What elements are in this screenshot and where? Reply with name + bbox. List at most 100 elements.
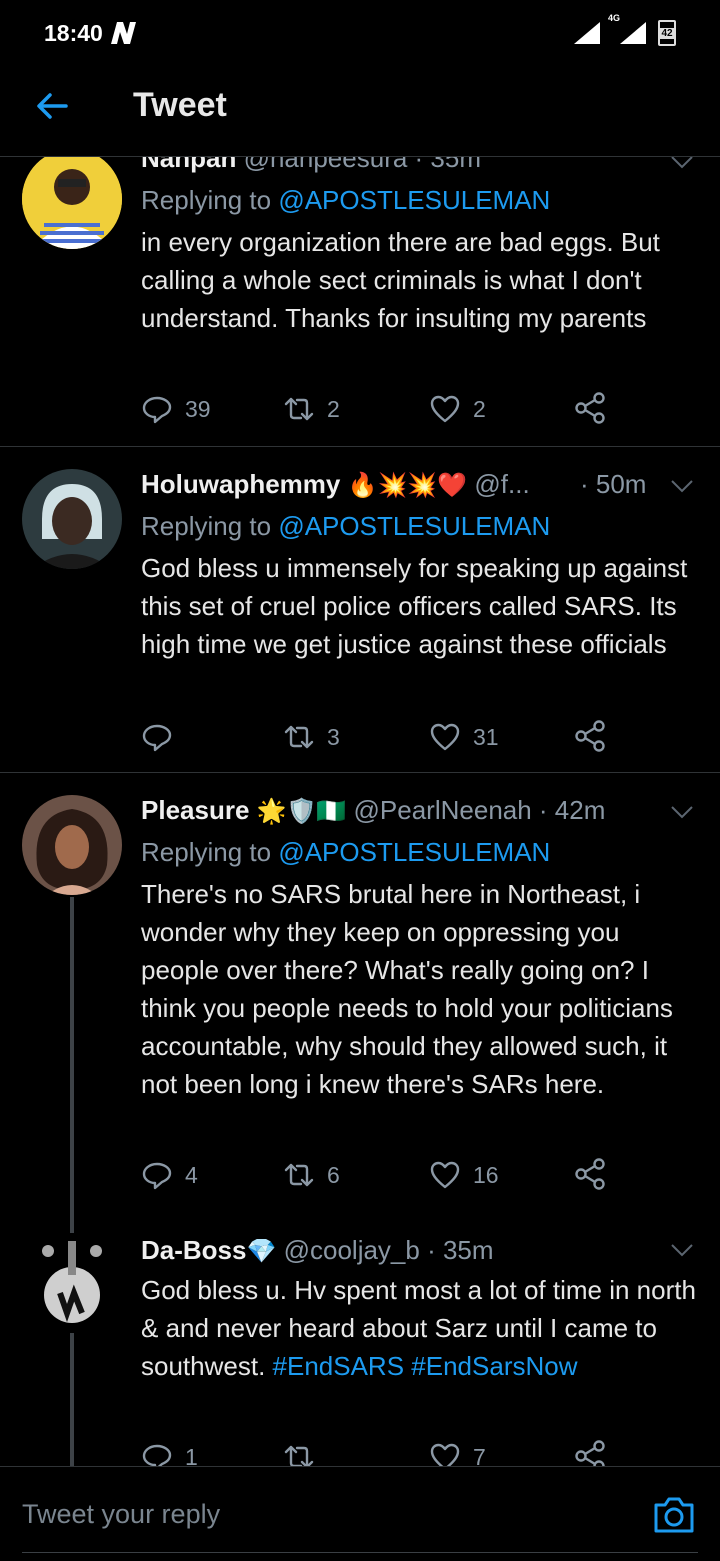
like-count: 2 <box>473 395 486 422</box>
like-button[interactable]: 31 <box>429 719 499 755</box>
signal-icon-2 <box>620 22 646 44</box>
tweet-actions: 1 7 <box>141 1439 641 1466</box>
retweet-button[interactable] <box>283 1439 327 1466</box>
replying-to: Replying to @APOSTLESULEMAN <box>141 185 550 216</box>
top-app-bar: Tweet <box>0 64 720 157</box>
handle: @f... <box>474 469 530 499</box>
tweet-actions: 39 2 2 <box>141 391 641 427</box>
reply-button[interactable]: 1 <box>141 1439 198 1466</box>
share-icon[interactable] <box>573 391 607 425</box>
heart-icon <box>430 723 460 751</box>
handle-time: @nanpeesura · 35m <box>243 157 481 173</box>
reply-input[interactable]: Tweet your reply <box>22 1499 220 1530</box>
retweet-button[interactable]: 6 <box>283 1157 340 1193</box>
status-time: 18:40 <box>44 20 103 46</box>
like-button[interactable]: 16 <box>429 1157 499 1193</box>
display-name[interactable]: Da-Boss <box>141 1235 246 1265</box>
tweet-time: · 50m <box>580 469 647 499</box>
avatar[interactable] <box>22 1233 122 1333</box>
reply-count: 1 <box>185 1443 198 1467</box>
like-count: 16 <box>473 1161 499 1188</box>
tweet-card[interactable]: Pleasure 🌟🛡️🇳🇬 @PearlNeenah · 42m Replyi… <box>0 773 720 1237</box>
replying-label: Replying to <box>141 837 272 867</box>
reply-icon <box>142 1444 172 1466</box>
avatar[interactable] <box>22 157 122 249</box>
tweet-text: There's no SARS brutal here in Northeast… <box>141 879 673 1099</box>
back-arrow-icon[interactable] <box>34 88 70 124</box>
tweet-card[interactable]: Da-Boss💎 @cooljay_b · 35m God bless u. H… <box>0 1233 720 1466</box>
name-emoji: 💎 <box>246 1238 277 1265</box>
hashtag-link[interactable]: #EndSARS <box>273 1351 405 1381</box>
tweet-text: God bless u immensely for speaking up ag… <box>141 553 688 659</box>
input-underline <box>22 1552 698 1553</box>
reply-button[interactable]: 4 <box>141 1157 198 1193</box>
status-bar: 18:40 4G 42 <box>0 0 720 64</box>
retweet-icon <box>284 397 314 421</box>
reply-button[interactable] <box>141 719 185 755</box>
replying-to: Replying to @APOSTLESULEMAN <box>141 511 550 542</box>
replying-label: Replying to <box>141 185 272 215</box>
tweet-actions: 3 31 <box>141 719 641 755</box>
share-icon[interactable] <box>573 719 607 753</box>
name-emoji: 🌟🛡️🇳🇬 <box>256 798 347 825</box>
handle-time: @cooljay_b · 35m <box>283 1235 494 1265</box>
reply-count: 39 <box>185 395 211 422</box>
tweet-header: Nanpan @nanpeesura · 35m <box>141 157 481 174</box>
display-name[interactable]: Nanpan <box>141 157 236 173</box>
retweet-button[interactable]: 2 <box>283 391 340 427</box>
like-button[interactable]: 7 <box>429 1439 486 1466</box>
chevron-down-icon[interactable] <box>670 1243 694 1257</box>
retweet-count: 2 <box>327 395 340 422</box>
retweet-icon <box>284 1445 314 1466</box>
hashtag-link[interactable]: #EndSarsNow <box>411 1351 577 1381</box>
tweet-card[interactable]: Nanpan @nanpeesura · 35m Replying to @AP… <box>0 157 720 447</box>
tweet-header: Da-Boss💎 @cooljay_b · 35m <box>141 1235 494 1266</box>
like-button[interactable]: 2 <box>429 391 486 427</box>
reply-count: 4 <box>185 1161 198 1188</box>
chevron-down-icon[interactable] <box>670 157 694 169</box>
retweet-count: 6 <box>327 1161 340 1188</box>
retweet-icon <box>284 1163 314 1187</box>
signal-icon <box>574 22 600 44</box>
reply-icon <box>142 1162 172 1190</box>
tweet-header: Holuwaphemmy 🔥💥💥❤️ @f... <box>141 469 530 500</box>
reply-button[interactable]: 39 <box>141 391 211 427</box>
tweet-card[interactable]: Holuwaphemmy 🔥💥💥❤️ @f... · 50m Replying … <box>0 447 720 773</box>
avatar[interactable] <box>22 469 122 569</box>
like-count: 7 <box>473 1443 486 1467</box>
reply-icon <box>142 396 172 424</box>
chevron-down-icon[interactable] <box>670 805 694 819</box>
avatar[interactable] <box>22 795 122 895</box>
tweet-actions: 4 6 16 <box>141 1157 641 1193</box>
tweet-text: in every organization there are bad eggs… <box>141 227 660 333</box>
name-emoji: 🔥💥💥❤️ <box>347 472 468 499</box>
mention-link[interactable]: @APOSTLESULEMAN <box>278 185 550 215</box>
heart-icon <box>430 395 460 423</box>
tweet-text: God bless u. Hv spent most a lot of time… <box>141 1271 701 1385</box>
like-count: 31 <box>473 723 499 750</box>
mention-link[interactable]: @APOSTLESULEMAN <box>278 511 550 541</box>
replying-to: Replying to @APOSTLESULEMAN <box>141 837 550 868</box>
display-name[interactable]: Pleasure <box>141 795 249 825</box>
display-name[interactable]: Holuwaphemmy <box>141 469 340 499</box>
network-type: 4G <box>608 13 621 23</box>
camera-icon[interactable] <box>652 1495 696 1535</box>
handle-time: @PearlNeenah · 42m <box>353 795 606 825</box>
heart-icon <box>430 1443 460 1466</box>
battery-level: 42 <box>658 28 676 39</box>
reply-composer: Tweet your reply <box>0 1466 720 1561</box>
share-icon[interactable] <box>573 1157 607 1191</box>
retweet-icon <box>284 725 314 749</box>
heart-icon <box>430 1161 460 1189</box>
retweet-button[interactable]: 3 <box>283 719 340 755</box>
battery-icon: 42 <box>658 20 676 46</box>
tweet-header: Pleasure 🌟🛡️🇳🇬 @PearlNeenah · 42m <box>141 795 605 826</box>
thread-connector <box>70 1333 74 1466</box>
thread-connector <box>70 897 74 1237</box>
notification-n-icon <box>111 22 136 44</box>
share-icon[interactable] <box>573 1439 607 1466</box>
chevron-down-icon[interactable] <box>670 479 694 493</box>
mention-link[interactable]: @APOSTLESULEMAN <box>278 837 550 867</box>
replying-label: Replying to <box>141 511 272 541</box>
reply-icon <box>142 724 172 752</box>
